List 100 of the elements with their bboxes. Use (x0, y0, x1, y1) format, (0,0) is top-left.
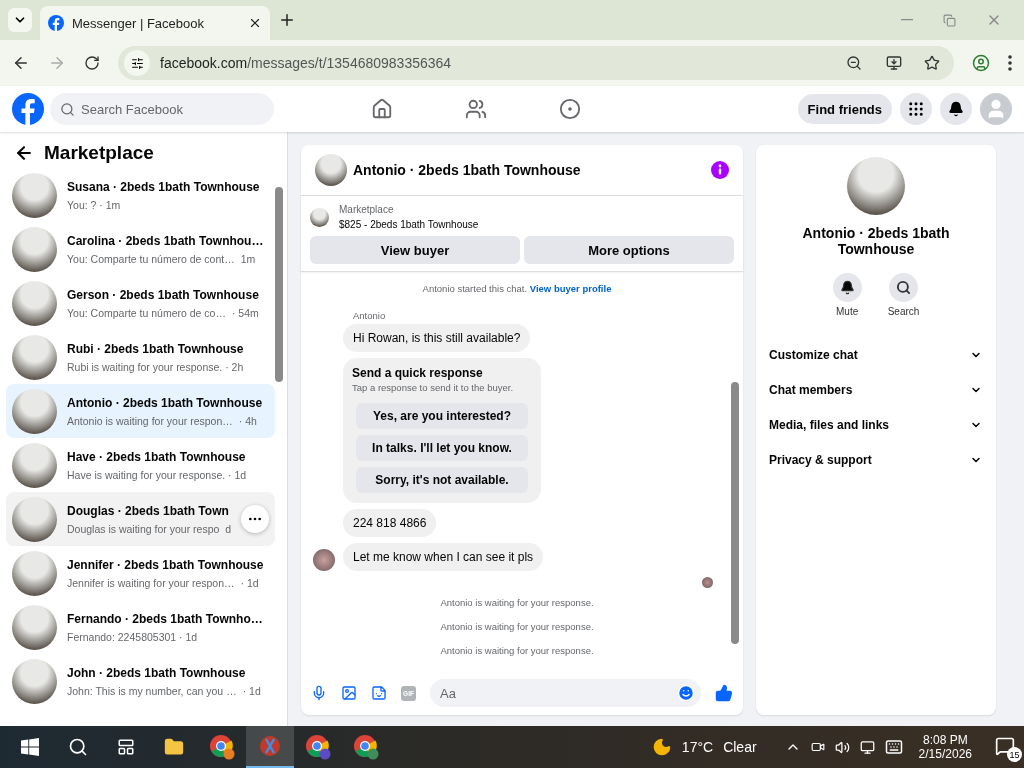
conversation-item[interactable]: Jennifer · 2beds 1bath Townhouse Jennifer is waiting for your respon… · 1d (6, 546, 275, 600)
snipping-tool-button[interactable] (246, 726, 294, 768)
info-icon[interactable] (711, 161, 729, 179)
message-preview: Fernando: 2245805301 · 1d (67, 630, 198, 643)
system-message: Antonio started this chat. View buyer profile (422, 283, 612, 294)
message-preview: You: Comparte tu número de cont… (67, 252, 235, 265)
conversation-item[interactable]: Carolina · 2beds 1bath Townhou… You: Comparte tu número de cont… 1m (6, 222, 275, 276)
conversation-title: Susana · 2beds 1bath Townhouse (67, 179, 260, 195)
search-field[interactable]: Search Facebook (50, 93, 274, 125)
scrollbar-thumb[interactable] (275, 187, 283, 382)
notifications-button[interactable] (940, 93, 972, 125)
panel-title: Marketplace (44, 142, 154, 164)
view-buyer-profile-link[interactable]: View buyer profile (529, 283, 612, 294)
address-bar[interactable]: facebook.com/messages/t/1354680983356364 (118, 46, 954, 80)
back-arrow-icon[interactable] (14, 143, 34, 163)
monitor-download-icon (886, 55, 902, 71)
conversation-title: Have · 2beds 1bath Townhouse (67, 449, 247, 465)
moon-icon[interactable] (651, 737, 672, 757)
action-button[interactable]: More options (524, 236, 734, 264)
menu-grid-button[interactable] (900, 93, 932, 125)
star-icon (924, 55, 940, 71)
sender-avatar (313, 549, 335, 571)
home-icon[interactable] (370, 98, 393, 120)
new-tab-button[interactable] (278, 11, 296, 29)
site-settings-button[interactable] (124, 50, 150, 76)
message-bubble: 224 818 4866 (343, 509, 437, 537)
network-icon[interactable] (859, 739, 875, 755)
photo-icon[interactable] (341, 685, 357, 701)
seen-avatar (702, 577, 713, 588)
user-circle-icon (972, 54, 990, 72)
keyboard-icon[interactable] (884, 738, 903, 756)
chrome-icon[interactable] (353, 734, 379, 760)
menu-icon[interactable] (1008, 55, 1012, 71)
quick-reply-button[interactable]: Yes, are you interested? (356, 403, 528, 429)
quick-reply-button[interactable]: In talks. I'll let you know. (356, 435, 528, 461)
chrome-icon[interactable] (305, 734, 331, 760)
facebook-logo-icon[interactable] (12, 93, 44, 125)
search-icon (896, 280, 911, 295)
profile-icon[interactable] (972, 54, 990, 72)
sender-name: Antonio (353, 310, 387, 321)
quick-reply-button[interactable]: Sorry, it's not available. (356, 467, 528, 493)
camera-icon[interactable] (810, 740, 825, 754)
forward-arrow-icon (48, 54, 66, 72)
info-section-header[interactable]: Chat members (768, 372, 984, 407)
tab-list-button[interactable] (8, 8, 32, 32)
message-preview: John: This is my number, can you … (67, 684, 237, 697)
microphone-icon[interactable] (311, 685, 327, 701)
message-preview: You: Comparte tu número de co… (67, 306, 226, 319)
message-preview: Jennifer is waiting for your respon… (67, 576, 235, 589)
quick-response-hint: Tap a response to send it to the buyer. (352, 382, 515, 393)
message-time: 1m (240, 252, 256, 265)
minimize-icon (901, 19, 913, 21)
close-tab-button[interactable] (248, 16, 262, 30)
find-friends-button[interactable]: Find friends (797, 94, 892, 124)
browser-tab[interactable]: Messenger | Facebook (40, 6, 270, 40)
message-input[interactable]: Aa (430, 679, 701, 707)
thumbs-up-icon[interactable] (715, 684, 733, 702)
sticker-icon[interactable] (371, 685, 387, 701)
conversation-item[interactable]: Fernando · 2beds 1bath Townho… Fernando: 2245805301 · 1d (6, 600, 275, 654)
grid-icon (907, 100, 925, 118)
conversation-item[interactable]: Gerson · 2beds 1bath Townhouse You: Comparte tu número de co… · 54m (6, 276, 275, 330)
clock[interactable]: 8:08 PM 2/15/2026 (918, 733, 972, 761)
conversation-item[interactable]: Antonio · 2beds 1bath Townhouse Antonio is waiting for your respon… · 4h (6, 384, 275, 438)
profile-photo (847, 157, 905, 215)
info-section-header[interactable]: Customize chat (768, 337, 984, 372)
message-time: · 1d (240, 576, 259, 589)
speaker-icon[interactable] (834, 739, 850, 755)
chat-title: Antonio · 2beds 1bath Townhouse (353, 162, 582, 178)
message-bubble: Let me know when I can see it pls (343, 543, 544, 571)
conversation-title: Antonio · 2beds 1bath Townhouse (67, 395, 263, 411)
conversation-item[interactable]: Rubi · 2beds 1bath Townhouse Rubi is waiting for your response. · 2h (6, 330, 275, 384)
info-section-header[interactable]: Media, files and links (768, 407, 984, 442)
vertical-dots-icon (1008, 55, 1012, 71)
facebook-favicon-icon (48, 15, 64, 31)
chrome-icon[interactable] (209, 734, 235, 760)
info-section-header[interactable]: Privacy & support (768, 442, 984, 477)
system-message: Antonio is waiting for your response. (440, 645, 594, 656)
search-icon (60, 101, 75, 117)
restore-button[interactable] (943, 12, 956, 28)
message-time: · 54m (231, 306, 259, 319)
conversation-item[interactable]: Have · 2beds 1bath Townhouse Have is waiting for your response. · 1d (6, 438, 275, 492)
conversation-item[interactable]: Douglas · 2beds 1bath Town Douglas is waiting for your respo d (6, 492, 275, 546)
conversation-title: Jennifer · 2beds 1bath Townhouse (67, 557, 264, 573)
bell-icon (948, 101, 964, 117)
reload-button[interactable] (84, 55, 100, 71)
conversation-item[interactable]: John · 2beds 1bath Townhouse John: This is my number, can you … · 1d (6, 654, 275, 708)
message-preview: You: ? · 1m (67, 198, 121, 211)
back-button[interactable] (12, 54, 30, 72)
install-app-icon[interactable] (886, 55, 902, 71)
chat-avatar (315, 154, 347, 186)
zoom-out-icon[interactable] (846, 55, 862, 71)
scrollbar-thumb[interactable] (731, 382, 739, 644)
conversation-item[interactable]: Susana · 2beds 1bath Townhouse You: ? · 1m (6, 168, 275, 222)
bookmark-star-icon[interactable] (924, 55, 940, 71)
listing-photo (12, 334, 57, 380)
folder-icon (164, 737, 184, 757)
emoji-icon[interactable] (677, 684, 695, 702)
zoom-out-glyph-icon (846, 55, 862, 71)
friends-icon[interactable] (464, 98, 487, 120)
action-button[interactable]: View buyer (310, 236, 520, 264)
